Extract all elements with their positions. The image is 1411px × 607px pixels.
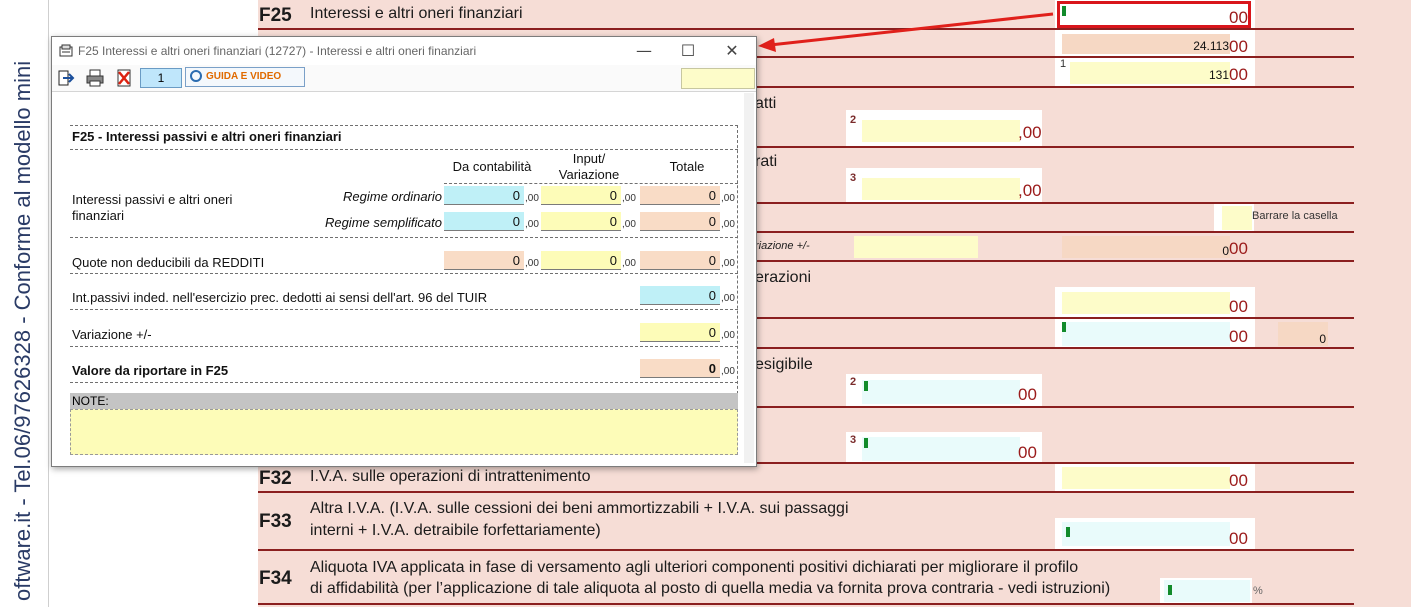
delete-icon[interactable]	[114, 68, 134, 88]
quote-non-deducibili-label: Quote non deducibili da REDDITI	[72, 255, 265, 270]
dialog-titlebar[interactable]: F25 Interessi e altri oneri finanziari (…	[52, 37, 756, 65]
arrow-shaft	[769, 12, 1054, 47]
int-passivi-totale-cell[interactable]: 0	[640, 286, 720, 305]
minimize-button[interactable]: —	[624, 40, 664, 62]
maximize-button[interactable]: ☐	[668, 40, 708, 62]
frame-line	[70, 149, 738, 150]
semplificato-totale-cell[interactable]: 0	[640, 212, 720, 231]
ordinario-contabilita-cell[interactable]: 0	[444, 186, 524, 205]
int-passivi-indeducibili-label: Int.passivi inded. nell'esercizio prec. …	[72, 290, 488, 305]
app-icon	[59, 44, 73, 57]
frame-line	[444, 183, 738, 184]
cents-label: ,00	[721, 366, 735, 377]
frame-line	[737, 125, 738, 409]
guida-video-button[interactable]: GUIDA E VIDEO	[185, 67, 305, 87]
cents-label: ,00	[721, 330, 735, 341]
cents-label: ,00	[525, 258, 539, 269]
cents-label: ,00	[622, 219, 636, 230]
cents-label: ,00	[721, 193, 735, 204]
print-icon[interactable]	[85, 68, 105, 88]
semplificato-contabilita-cell[interactable]: 0	[444, 212, 524, 231]
frame-line	[70, 382, 738, 383]
close-button[interactable]: ✕	[712, 40, 752, 62]
page-number-field[interactable]: 1	[140, 68, 182, 88]
cents-label: ,00	[721, 293, 735, 304]
guida-video-label: GUIDA E VIDEO	[206, 71, 282, 82]
column-header-totale: Totale	[669, 159, 705, 174]
cents-label: ,00	[721, 258, 735, 269]
quote-input-cell[interactable]: 0	[541, 251, 621, 270]
quote-totale-cell[interactable]: 0	[640, 251, 720, 270]
valore-f25-label: Valore da riportare in F25	[72, 363, 229, 378]
variazione-totale-cell[interactable]: 0	[640, 323, 720, 342]
dialog-scrollbar[interactable]	[744, 93, 754, 463]
frame-line	[70, 237, 738, 238]
frame-line	[70, 125, 738, 126]
ordinario-input-cell[interactable]: 0	[541, 186, 621, 205]
note-textarea[interactable]	[70, 409, 738, 455]
frame-line	[70, 346, 738, 347]
cents-label: ,00	[721, 219, 735, 230]
ordinario-totale-cell[interactable]: 0	[640, 186, 720, 205]
quote-contabilita-cell[interactable]: 0	[444, 251, 524, 270]
dialog-content: F25 - Interessi passivi e altri oneri fi…	[54, 93, 744, 463]
cents-label: ,00	[622, 258, 636, 269]
column-header-input-line1: Input/	[572, 151, 606, 166]
column-header-contabilita: Da contabilità	[452, 159, 532, 174]
section-title: F25 - Interessi passivi e altri oneri fi…	[72, 129, 342, 144]
regime-ordinario-label: Regime ordinario	[343, 189, 442, 204]
dialog-toolbar: 1 GUIDA E VIDEO	[52, 65, 756, 92]
toolbar-yellow-field[interactable]	[681, 68, 755, 89]
column-header-input-line2: Variazione	[558, 167, 620, 182]
regime-semplificato-label: Regime semplificato	[324, 215, 442, 230]
interessi-label-line2: finanziari	[72, 208, 125, 223]
arrow-head	[758, 38, 776, 52]
cents-label: ,00	[622, 193, 636, 204]
note-header: NOTE:	[70, 393, 738, 409]
exit-icon[interactable]	[57, 68, 75, 88]
cents-label: ,00	[525, 219, 539, 230]
variazione-label: Variazione +/-	[72, 327, 152, 342]
interessi-dialog-window[interactable]: F25 Interessi e altri oneri finanziari (…	[51, 36, 757, 467]
frame-line	[70, 309, 738, 310]
valore-f25-cell[interactable]: 0	[640, 359, 720, 378]
cents-label: ,00	[525, 193, 539, 204]
semplificato-input-cell[interactable]: 0	[541, 212, 621, 231]
interessi-label-line1: Interessi passivi e altri oneri	[72, 192, 233, 207]
frame-line	[70, 273, 738, 274]
dialog-title: F25 Interessi e altri oneri finanziari (…	[78, 44, 477, 58]
help-icon	[190, 70, 202, 82]
